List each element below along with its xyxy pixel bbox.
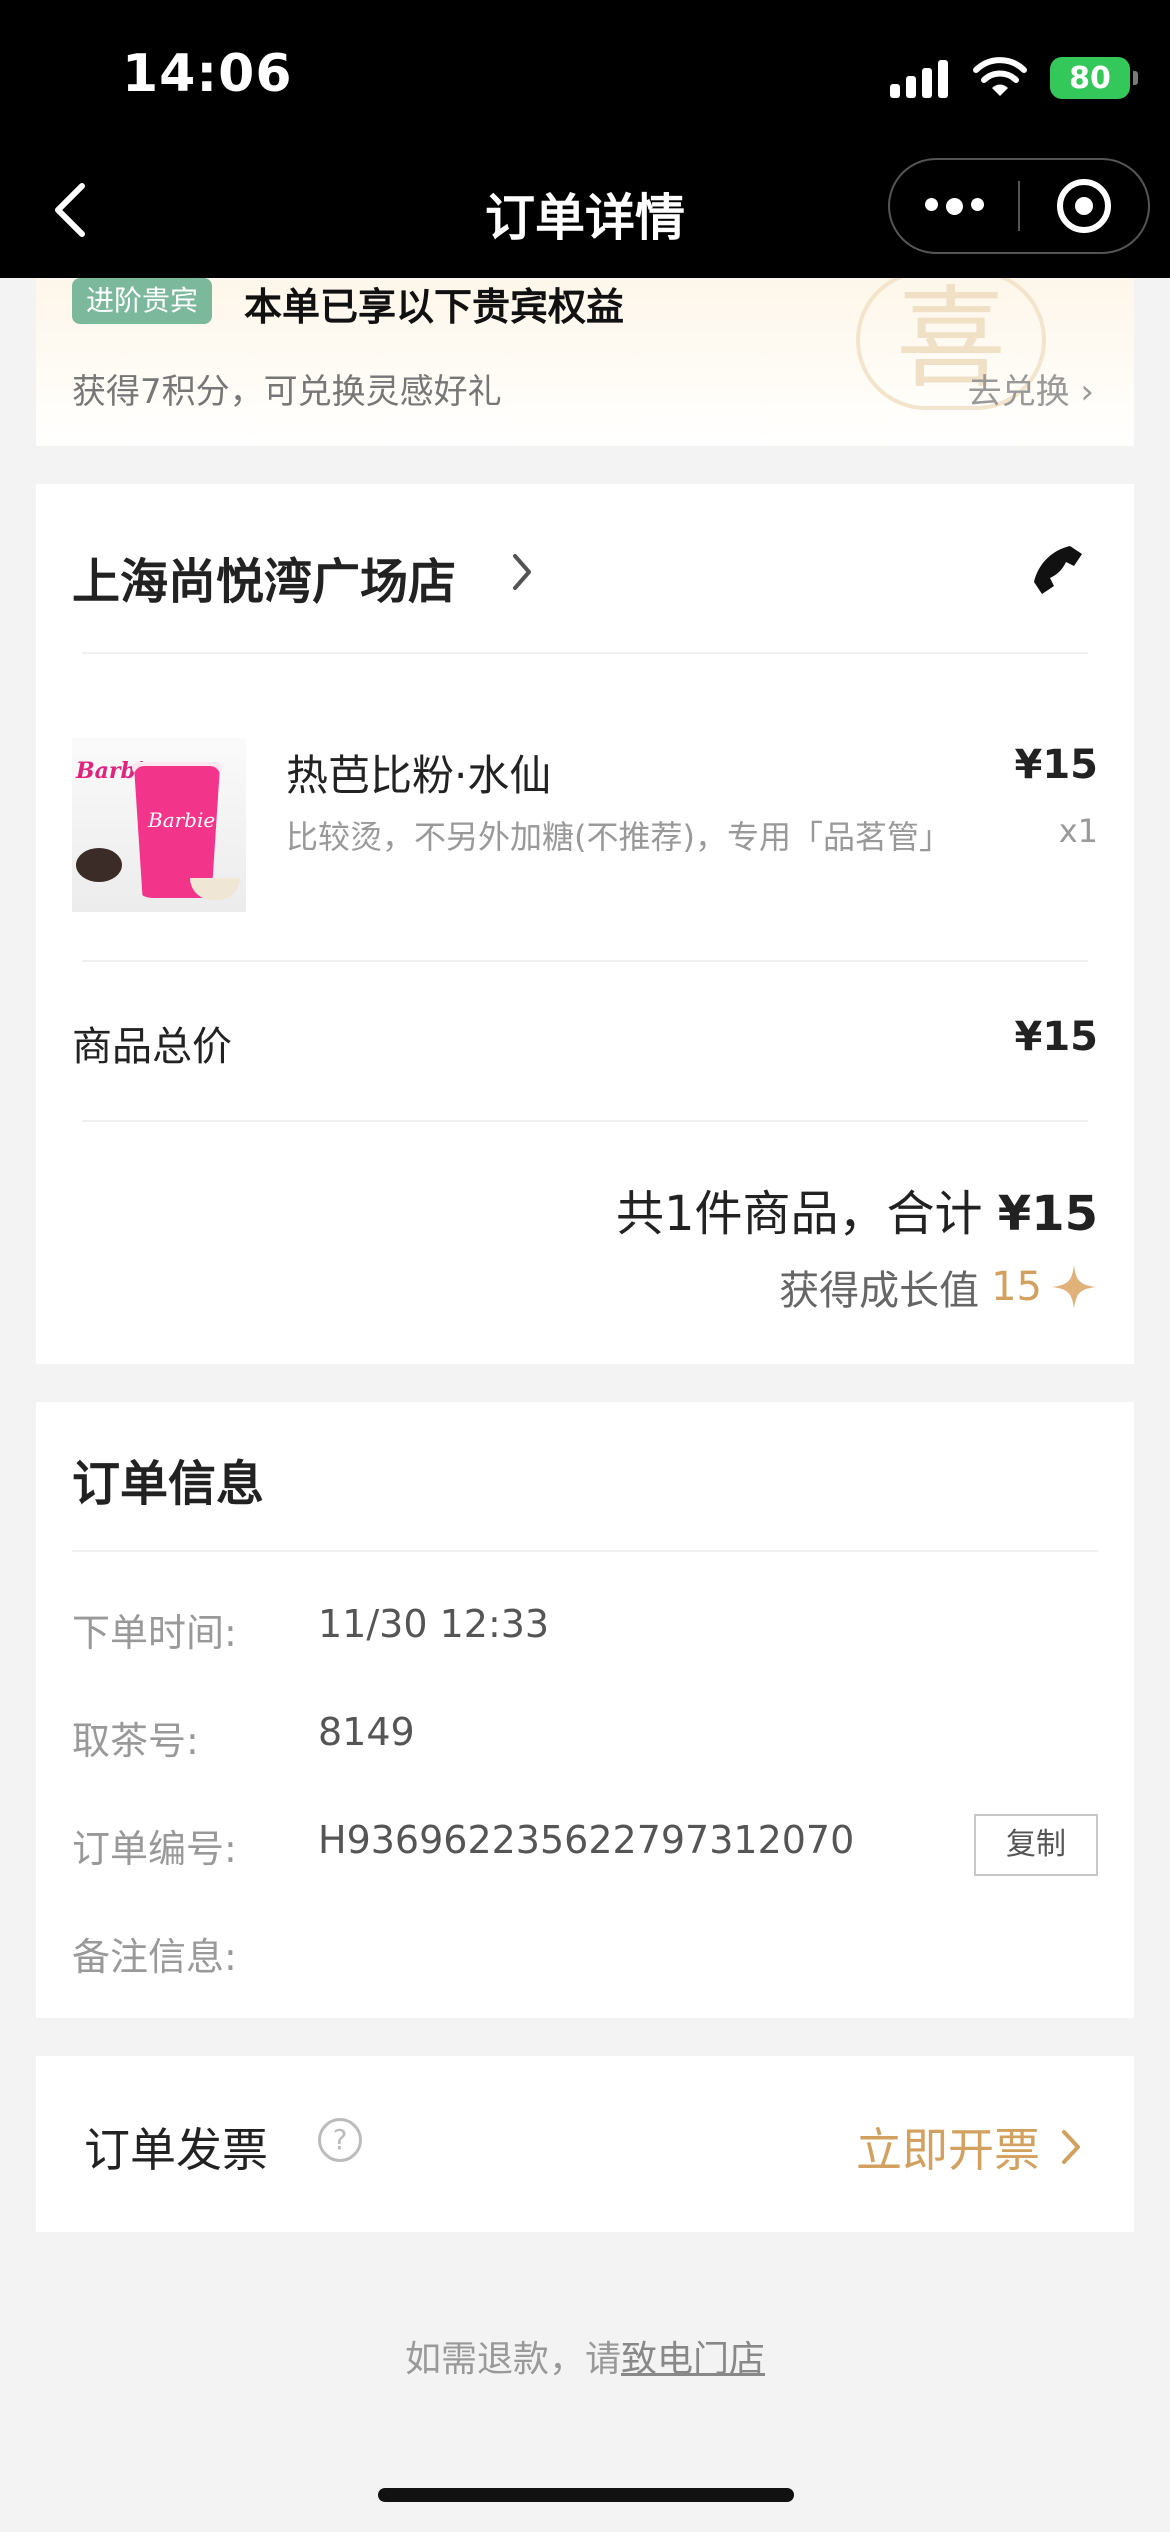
redeem-link[interactable]: 去兑换 › [968,364,1094,413]
top-bar: 14:06 80 订单详情 [0,0,1170,278]
tea-leaves [76,848,122,882]
refund-prefix: 如需退款，请 [404,2339,621,2380]
chevron-right-icon: › [1080,372,1094,412]
product-image: Barbie Barbie [72,738,246,912]
help-icon[interactable]: ? [318,2118,362,2162]
product-quantity: x1 [1058,812,1098,850]
goods-total-value: ¥15 [1014,1014,1099,1060]
home-indicator[interactable] [378,2488,794,2502]
refund-note: 如需退款，请致电门店 [0,2330,1170,2382]
invoice-label: 订单发票 [84,2123,268,2177]
divider [82,960,1088,962]
order-number-label: 订单编号: [72,1827,237,1871]
growth-value: 15 [991,1264,1042,1310]
wifi-icon [973,57,1027,96]
store-card: 上海尚悦湾广场店 Barbie Barbie 热芭比粉·水仙 比较烫，不另外加糖… [36,484,1134,1364]
product-name: 热芭比粉·水仙 [286,751,552,800]
product-spec: 比较烫，不另外加糖(不推荐)，专用「品茗管」 [286,818,951,856]
mini-program-capsule [888,158,1150,254]
phone-icon[interactable] [1030,542,1086,598]
signal-icon [890,58,948,98]
pickup-number-label: 取茶号: [72,1719,199,1763]
remark-label: 备注信息: [72,1935,237,1979]
divider [72,1550,1098,1552]
order-info-title: 订单信息 [72,1456,265,1512]
battery-indicator: 80 [1050,57,1138,99]
copy-button[interactable]: 复制 [974,1814,1098,1876]
summary-prefix: 共1件商品，合计 [615,1186,998,1242]
status-time: 14:06 [122,44,293,104]
product-price: ¥15 [1014,742,1099,788]
issue-invoice-button[interactable]: 立即开票 [856,2114,1082,2180]
pickup-number-value: 8149 [318,1710,415,1754]
redeem-link-label: 去兑换 [967,372,1070,412]
cup-logo: Barbie [148,808,216,832]
call-store-link[interactable]: 致电门店 [621,2339,765,2380]
status-indicators: 80 [890,54,1138,102]
issue-invoice-label: 立即开票 [856,2123,1040,2177]
divider [82,1120,1088,1122]
vip-title: 本单已享以下贵宾权益 [244,285,625,329]
target-icon[interactable] [1020,179,1148,233]
vip-subtitle: 获得7积分，可兑换灵感好礼 [72,372,502,412]
more-icon[interactable] [890,197,1018,215]
order-number-value: H9369622356227973120​70 [318,1818,855,1862]
chevron-right-icon[interactable] [510,550,534,594]
vip-benefits-card: 喜 进阶贵宾 本单已享以下贵宾权益 获得7积分，可兑换灵感好礼 去兑换 › [36,278,1134,446]
store-name[interactable]: 上海尚悦湾广场店 [72,542,456,612]
battery-level: 80 [1069,60,1111,96]
order-time-value: 11/30 12:33 [318,1602,550,1646]
chevron-right-icon [1062,2130,1080,2164]
growth-label: 获得成长值 [779,1268,980,1314]
order-info-card: 订单信息 下单时间: 11/30 12:33 取茶号: 8149 订单编号: H… [36,1402,1134,2018]
invoice-card: 订单发票 ? 立即开票 [36,2056,1134,2232]
order-summary: 共1件商品，合计 ¥15 [616,1174,1098,1244]
summary-amount: ¥15 [997,1186,1098,1242]
star-icon [1052,1265,1096,1309]
divider [82,652,1088,654]
goods-total-label: 商品总价 [72,1024,232,1070]
vip-badge: 进阶贵宾 [72,278,213,324]
growth-points: 获得成长值 15 [779,1258,1098,1316]
order-time-label: 下单时间: [72,1611,237,1655]
